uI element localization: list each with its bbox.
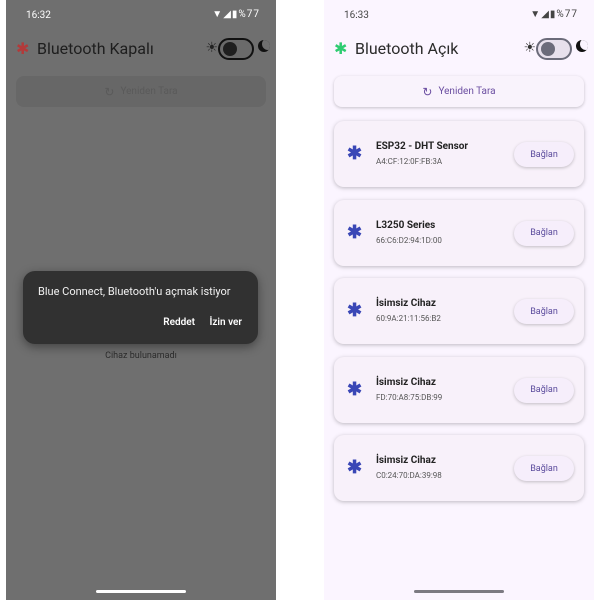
empty-state-text: Cihaz bulunamadı bbox=[105, 351, 177, 361]
rescan-button[interactable]: ↻ Yeniden Tara bbox=[16, 76, 266, 107]
device-address: FD:70:A8:75:DB:99 bbox=[376, 392, 443, 402]
sun-icon: ☀ bbox=[523, 40, 536, 56]
deny-button[interactable]: Reddet bbox=[163, 317, 195, 328]
status-time: 16:33 bbox=[344, 10, 369, 21]
status-bar: 16:33 ▼◢▮%77 bbox=[324, 0, 594, 32]
connect-button[interactable]: Bağlan bbox=[514, 299, 574, 324]
device-address: C0:24:70:DA:39:98 bbox=[376, 471, 442, 480]
phone-screen-bluetooth-off: 16:32 ▼◢▮%77 ✱ Bluetooth Kapalı ☀ ↻ Yeni… bbox=[6, 0, 276, 600]
status-time: 16:32 bbox=[26, 10, 51, 21]
gesture-nav-bar[interactable] bbox=[96, 590, 186, 593]
device-name: L3250 Series bbox=[376, 219, 436, 231]
rescan-label: Yeniden Tara bbox=[120, 86, 178, 97]
app-bar: ✱ Bluetooth Kapalı ☀ bbox=[6, 34, 276, 64]
device-name: İsimsiz Cihaz bbox=[376, 376, 436, 388]
device-address: A4:CF:12:0F:FB:3A bbox=[376, 157, 443, 166]
battery-percent: %77 bbox=[238, 9, 260, 20]
moon-icon bbox=[576, 40, 588, 52]
device-list: ✱ ESP32 - DHT Sensor A4:CF:12:0F:FB:3A B… bbox=[334, 121, 584, 514]
refresh-icon: ↻ bbox=[104, 84, 115, 99]
device-card: ✱ L3250 Series 66:C6:D2:94:1D:00 Bağlan bbox=[334, 199, 584, 266]
moon-icon bbox=[258, 40, 270, 52]
rescan-label: Yeniden Tara bbox=[438, 86, 496, 97]
phone-screen-bluetooth-on: 16:33 ▼◢▮%77 ✱ Bluetooth Açık ☀ ↻ Yenide… bbox=[324, 0, 594, 600]
theme-toggle[interactable] bbox=[536, 38, 572, 60]
app-title: Bluetooth Açık bbox=[355, 39, 459, 58]
bluetooth-icon: ✱ bbox=[347, 143, 363, 164]
bluetooth-icon: ✱ bbox=[334, 39, 348, 58]
signal-icon: ◢ bbox=[223, 9, 232, 20]
bluetooth-icon: ✱ bbox=[347, 457, 363, 478]
bluetooth-permission-dialog: Blue Connect, Bluetooth'u açmak istiyor … bbox=[23, 271, 258, 344]
refresh-icon: ↻ bbox=[422, 84, 433, 99]
device-name: ESP32 - DHT Sensor bbox=[376, 141, 469, 152]
connect-button[interactable]: Bağlan bbox=[514, 377, 574, 403]
device-card: ✱ İsimsiz Cihaz 60:9A:21:11:56:B2 Bağlan bbox=[334, 278, 584, 344]
wifi-icon: ▼ bbox=[212, 9, 224, 20]
app-bar: ✱ Bluetooth Açık ☀ bbox=[324, 34, 594, 64]
connect-button[interactable]: Bağlan bbox=[514, 220, 574, 246]
device-card: ✱ İsimsiz Cihaz FD:70:A8:75:DB:99 Bağlan bbox=[334, 356, 584, 423]
dialog-message: Blue Connect, Bluetooth'u açmak istiyor bbox=[38, 285, 231, 298]
bluetooth-icon: ✱ bbox=[347, 378, 363, 400]
status-bar: 16:32 ▼◢▮%77 bbox=[6, 0, 276, 32]
connect-button[interactable]: Bağlan bbox=[514, 456, 574, 481]
device-name: İsimsiz Cihaz bbox=[376, 455, 436, 466]
sun-icon: ☀ bbox=[205, 40, 218, 56]
connect-button[interactable]: Bağlan bbox=[514, 142, 574, 167]
device-card: ✱ İsimsiz Cihaz C0:24:70:DA:39:98 Bağlan bbox=[334, 435, 584, 501]
app-title: Bluetooth Kapalı bbox=[37, 39, 154, 58]
device-address: 60:9A:21:11:56:B2 bbox=[376, 314, 441, 323]
device-address: 66:C6:D2:94:1D:00 bbox=[376, 235, 442, 245]
gesture-nav-bar[interactable] bbox=[414, 590, 504, 593]
device-card: ✱ ESP32 - DHT Sensor A4:CF:12:0F:FB:3A B… bbox=[334, 121, 584, 187]
wifi-icon: ▼ bbox=[530, 9, 542, 20]
theme-toggle[interactable] bbox=[218, 38, 254, 60]
bluetooth-icon: ✱ bbox=[347, 221, 363, 243]
battery-percent: %77 bbox=[556, 9, 578, 20]
bluetooth-icon: ✱ bbox=[347, 300, 363, 321]
bluetooth-disabled-icon: ✱ bbox=[16, 39, 30, 58]
device-name: İsimsiz Cihaz bbox=[376, 298, 436, 309]
signal-icon: ◢ bbox=[541, 9, 550, 20]
rescan-button[interactable]: ↻ Yeniden Tara bbox=[334, 76, 584, 107]
allow-button[interactable]: İzin ver bbox=[209, 317, 242, 328]
